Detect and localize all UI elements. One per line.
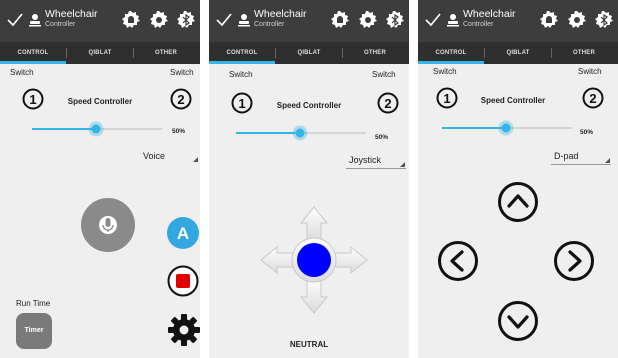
joystick-knob[interactable]	[297, 243, 331, 277]
tab-bar: CONTROL QIBLAT OTHER	[0, 42, 200, 64]
joystick-pad[interactable]	[259, 205, 369, 315]
switch-label-left: Switch	[10, 68, 34, 77]
switch-label-right: Switch	[578, 67, 602, 76]
phone-screen-voice: Wheelchair Controller CONTROL QIBLAT OTH…	[0, 0, 200, 358]
stop-button[interactable]	[167, 265, 199, 297]
tab-other[interactable]: OTHER	[133, 42, 199, 64]
dpad-up-button[interactable]	[497, 181, 539, 223]
bell-icon[interactable]	[540, 11, 558, 29]
mode-spinner[interactable]: Joystick	[349, 155, 381, 165]
run-time-label: Run Time	[16, 299, 51, 308]
action-bar: Wheelchair Controller	[418, 0, 618, 42]
gear-icon[interactable]	[150, 11, 168, 29]
joystick-right-arrow	[332, 245, 368, 275]
switch-label-left: Switch	[433, 67, 457, 76]
dpad-down-button[interactable]	[497, 300, 539, 342]
speed-percent: 50%	[172, 128, 186, 135]
gear-icon[interactable]	[359, 11, 377, 29]
dpad-right-button[interactable]	[553, 240, 595, 282]
tab-bar: CONTROL QIBLAT OTHER	[418, 42, 618, 64]
spinner-arrow-icon	[605, 158, 610, 163]
speed-controller-label: Speed Controller	[276, 101, 342, 110]
person-icon	[447, 14, 459, 27]
person-icon	[238, 14, 250, 27]
gear-icon[interactable]	[568, 11, 586, 29]
joystick-left-arrow	[260, 245, 296, 275]
app-title: Wheelchair	[45, 8, 98, 20]
spinner-arrow-icon	[400, 162, 405, 167]
tab-indicator	[209, 61, 275, 64]
app-title: Wheelchair	[254, 8, 307, 20]
check-icon[interactable]	[6, 12, 24, 28]
speed-percent: 50%	[580, 129, 594, 136]
speed-slider[interactable]	[442, 120, 572, 136]
action-bar: Wheelchair Controller	[209, 0, 409, 42]
app-title: Wheelchair	[463, 8, 516, 20]
tab-other[interactable]: OTHER	[342, 42, 408, 64]
speed-slider[interactable]	[236, 125, 366, 141]
svg-text:A: A	[177, 224, 189, 243]
tab-bar: CONTROL QIBLAT OTHER	[209, 42, 409, 64]
speed-controller-label: Speed Controller	[67, 97, 133, 106]
action-bar: Wheelchair Controller	[0, 0, 200, 42]
a-button[interactable]: A	[166, 216, 200, 250]
bell-icon[interactable]	[122, 11, 140, 29]
switch-label-left: Switch	[229, 70, 253, 79]
mode-spinner[interactable]: D-pad	[554, 151, 579, 161]
joystick-up-arrow	[299, 206, 329, 242]
chevron-up-icon	[507, 194, 529, 208]
chevron-left-icon	[450, 250, 464, 272]
gear-icon[interactable]	[168, 312, 200, 348]
bluetooth-icon[interactable]	[386, 11, 404, 29]
tab-other[interactable]: OTHER	[551, 42, 617, 64]
app-subtitle: Controller	[463, 21, 494, 28]
voice-button[interactable]	[80, 197, 136, 253]
speed-controller-label: Speed Controller	[480, 96, 546, 105]
mode-spinner[interactable]: Voice	[143, 151, 165, 161]
check-icon[interactable]	[215, 12, 233, 28]
speed-slider[interactable]	[32, 121, 162, 137]
joystick-down-arrow	[299, 278, 329, 314]
phone-screen-joystick: Wheelchair Controller CONTROL QIBLAT OTH…	[209, 0, 409, 358]
bluetooth-icon[interactable]	[595, 11, 613, 29]
tab-qiblat[interactable]: QIBLAT	[485, 42, 551, 64]
dpad-left-button[interactable]	[437, 240, 479, 282]
app-subtitle: Controller	[254, 21, 285, 28]
timer-button[interactable]: Timer	[16, 313, 52, 349]
check-icon[interactable]	[424, 12, 442, 28]
tab-qiblat[interactable]: QIBLAT	[67, 42, 133, 64]
person-icon	[29, 14, 41, 27]
app-subtitle: Controller	[45, 21, 76, 28]
speed-percent: 50%	[375, 134, 389, 141]
spinner-arrow-icon	[193, 157, 198, 162]
switch-label-right: Switch	[372, 70, 396, 79]
bluetooth-icon[interactable]	[177, 11, 195, 29]
tab-indicator	[418, 61, 484, 64]
switch-label-right: Switch	[170, 68, 194, 77]
bell-icon[interactable]	[331, 11, 349, 29]
phone-screen-dpad: Wheelchair Controller CONTROL QIBLAT OTH…	[418, 0, 618, 358]
joystick-status: NEUTRAL	[289, 340, 329, 349]
chevron-down-icon	[507, 315, 529, 329]
tab-qiblat[interactable]: QIBLAT	[276, 42, 342, 64]
tab-indicator	[0, 61, 66, 64]
chevron-right-icon	[568, 250, 582, 272]
